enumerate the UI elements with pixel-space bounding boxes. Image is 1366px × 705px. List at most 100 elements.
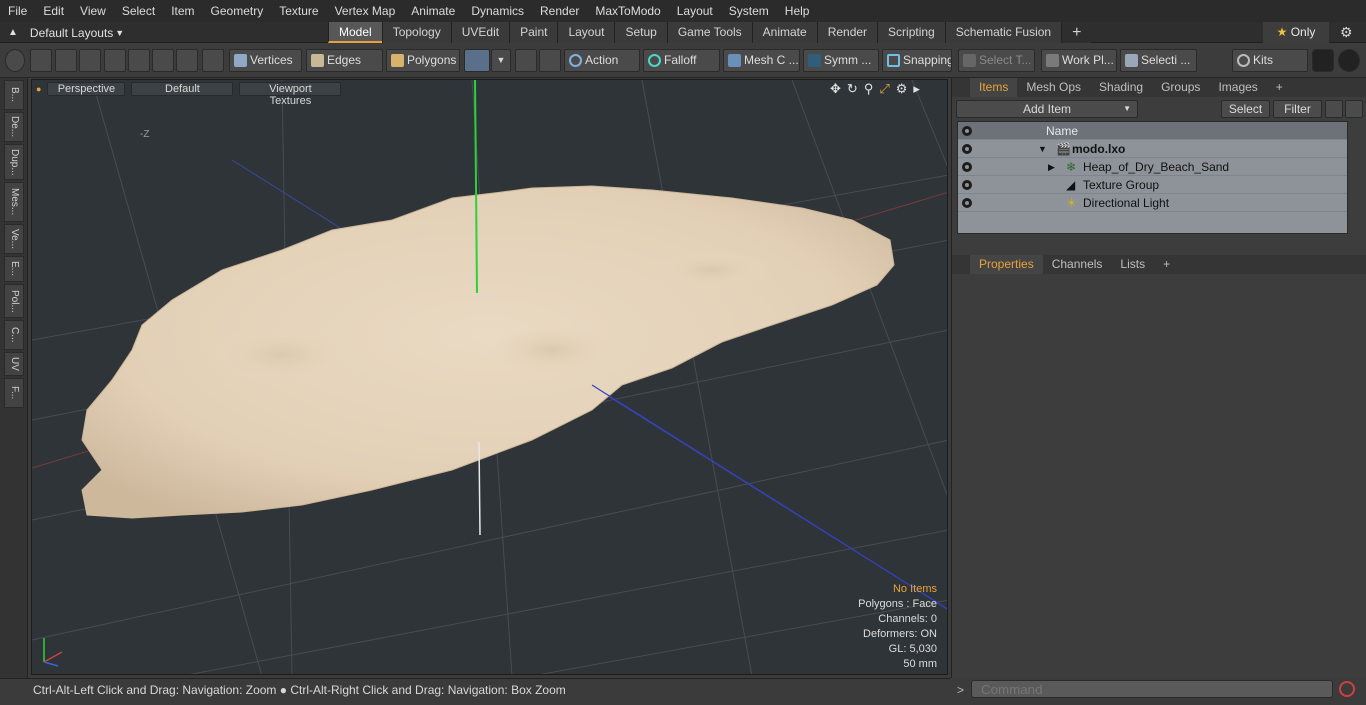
shading-button[interactable]: Default — [131, 82, 234, 96]
left-tab-b[interactable]: B... — [4, 80, 24, 110]
menu-system[interactable]: System — [721, 0, 777, 22]
symmetry-button[interactable]: Symm ... — [803, 49, 879, 72]
menu-geometry[interactable]: Geometry — [203, 0, 272, 22]
3d-viewport[interactable]: ● Perspective Default Viewport Textures … — [31, 79, 948, 675]
menu-vertex-map[interactable]: Vertex Map — [327, 0, 404, 22]
collapse-icon[interactable] — [1325, 100, 1343, 118]
tab-scripting[interactable]: Scripting — [877, 22, 945, 43]
transform-icon[interactable] — [128, 49, 150, 72]
menu-item[interactable]: Item — [163, 0, 202, 22]
layout-selector[interactable]: ▲ Default Layouts ▼ — [8, 22, 124, 43]
menu-texture[interactable]: Texture — [271, 0, 326, 22]
left-tab-f[interactable]: F... — [4, 378, 24, 408]
kits-button[interactable]: Kits — [1232, 49, 1308, 72]
left-tab-c[interactable]: C... — [4, 320, 24, 350]
funnel-icon[interactable] — [1345, 100, 1363, 118]
menu-view[interactable]: View — [72, 0, 114, 22]
circle-select-icon[interactable] — [5, 49, 25, 72]
tab-render[interactable]: Render — [816, 22, 878, 43]
viewport-gear-icon[interactable]: ⚙ — [896, 81, 908, 97]
tree-row[interactable]: ▶ ❄ Heap_of_Dry_Beach_Sand — [958, 158, 1347, 176]
add-panel-tab-button[interactable]: + — [1267, 78, 1292, 97]
edges-button[interactable]: Edges — [306, 49, 383, 72]
perspective-button[interactable]: Perspective — [47, 82, 126, 96]
menu-animate[interactable]: Animate — [403, 0, 463, 22]
rotate-view-icon[interactable]: ↻ — [847, 81, 858, 97]
material-icon[interactable] — [464, 49, 490, 72]
element-icon[interactable] — [152, 49, 174, 72]
menu-help[interactable]: Help — [777, 0, 818, 22]
tree-row[interactable]: ◢ Texture Group — [958, 176, 1347, 194]
left-tab-ve[interactable]: Ve... — [4, 224, 24, 254]
item-mode-icon[interactable] — [202, 49, 224, 72]
left-tab-uv[interactable]: UV — [4, 352, 24, 376]
menu-layout[interactable]: Layout — [669, 0, 721, 22]
tab-topology[interactable]: Topology — [381, 22, 451, 43]
add-tab-button[interactable]: + — [1061, 22, 1092, 43]
visibility-eye-icon[interactable] — [962, 180, 972, 190]
filter-button[interactable]: Filter — [1273, 100, 1322, 118]
move-view-icon[interactable]: ✥ — [830, 81, 841, 97]
expand-arrow-icon[interactable]: ▶ — [1048, 158, 1055, 176]
pen-icon[interactable] — [55, 49, 77, 72]
tab-shading[interactable]: Shading — [1090, 78, 1152, 97]
left-tab-mes[interactable]: Mes... — [4, 182, 24, 222]
visibility-eye-icon[interactable] — [962, 162, 972, 172]
select-button[interactable]: Select — [1221, 100, 1270, 118]
unity-icon[interactable] — [1312, 49, 1334, 72]
tab-animate[interactable]: Animate — [751, 22, 817, 43]
name-column-header[interactable]: Name — [1046, 122, 1078, 140]
left-tab-pol[interactable]: Pol... — [4, 284, 24, 318]
viewport-dot-icon[interactable]: ● — [36, 84, 41, 94]
add-properties-tab-button[interactable]: + — [1154, 255, 1179, 274]
tab-schematic-fusion[interactable]: Schematic Fusion — [944, 22, 1062, 43]
tab-groups[interactable]: Groups — [1152, 78, 1209, 97]
visibility-eye-icon[interactable] — [962, 198, 972, 208]
mesh-constraint-button[interactable]: Mesh C ... — [723, 49, 800, 72]
menu-render[interactable]: Render — [532, 0, 587, 22]
tab-game-tools[interactable]: Game Tools — [666, 22, 752, 43]
menu-select[interactable]: Select — [114, 0, 163, 22]
left-tab-dup[interactable]: Dup... — [4, 144, 24, 180]
maximize-icon[interactable]: ⤢ — [879, 81, 889, 97]
tab-model[interactable]: Model — [328, 22, 382, 43]
zoom-view-icon[interactable]: ⚲ — [864, 81, 874, 97]
viewport-textures-button[interactable]: Viewport Textures — [239, 82, 342, 107]
visibility-eye-icon[interactable] — [962, 144, 972, 154]
only-button[interactable]: ★ Only — [1263, 22, 1329, 43]
tab-setup[interactable]: Setup — [614, 22, 667, 43]
menu-maxtomodo[interactable]: MaxToModo — [587, 0, 668, 22]
tab-items[interactable]: Items — [970, 78, 1018, 97]
menu-dynamics[interactable]: Dynamics — [463, 0, 532, 22]
command-input[interactable] — [971, 680, 1333, 698]
rotate-icon[interactable] — [176, 49, 198, 72]
menu-edit[interactable]: Edit — [35, 0, 72, 22]
menu-file[interactable]: File — [0, 0, 35, 22]
tab-uvedit[interactable]: UVEdit — [450, 22, 510, 43]
tree-row[interactable]: ☀ Directional Light — [958, 194, 1347, 212]
align-icon[interactable] — [104, 49, 126, 72]
topology-shield-icon[interactable] — [539, 49, 561, 72]
tab-lists[interactable]: Lists — [1111, 255, 1154, 274]
expand-arrow-icon[interactable]: ▼ — [1038, 140, 1047, 158]
symmetry-shield-icon[interactable] — [515, 49, 537, 72]
selection-button[interactable]: Selecti ... — [1120, 49, 1197, 72]
gear-icon[interactable]: ⚙ — [1340, 22, 1353, 43]
action-center-button[interactable]: Action — [564, 49, 640, 72]
tree-row[interactable]: ▼ 🎬 modo.lxo — [958, 140, 1347, 158]
work-plane-button[interactable]: Work Pl... — [1041, 49, 1117, 72]
tab-channels[interactable]: Channels — [1043, 255, 1112, 274]
tab-layout[interactable]: Layout — [557, 22, 615, 43]
left-tab-e[interactable]: E... — [4, 256, 24, 282]
globe-icon[interactable] — [30, 49, 52, 72]
left-tab-de[interactable]: De... — [4, 112, 24, 142]
snapping-button[interactable]: Snapping — [882, 49, 952, 72]
falloff-button[interactable]: Falloff — [643, 49, 720, 72]
select-through-button[interactable]: Select T... — [958, 49, 1035, 72]
tab-properties[interactable]: Properties — [970, 255, 1043, 274]
tab-images[interactable]: Images — [1209, 78, 1266, 97]
tab-mesh-ops[interactable]: Mesh Ops — [1017, 78, 1090, 97]
record-icon[interactable] — [1339, 681, 1355, 697]
vertices-button[interactable]: Vertices — [229, 49, 302, 72]
add-item-button[interactable]: Add Item ▼ — [956, 100, 1138, 118]
